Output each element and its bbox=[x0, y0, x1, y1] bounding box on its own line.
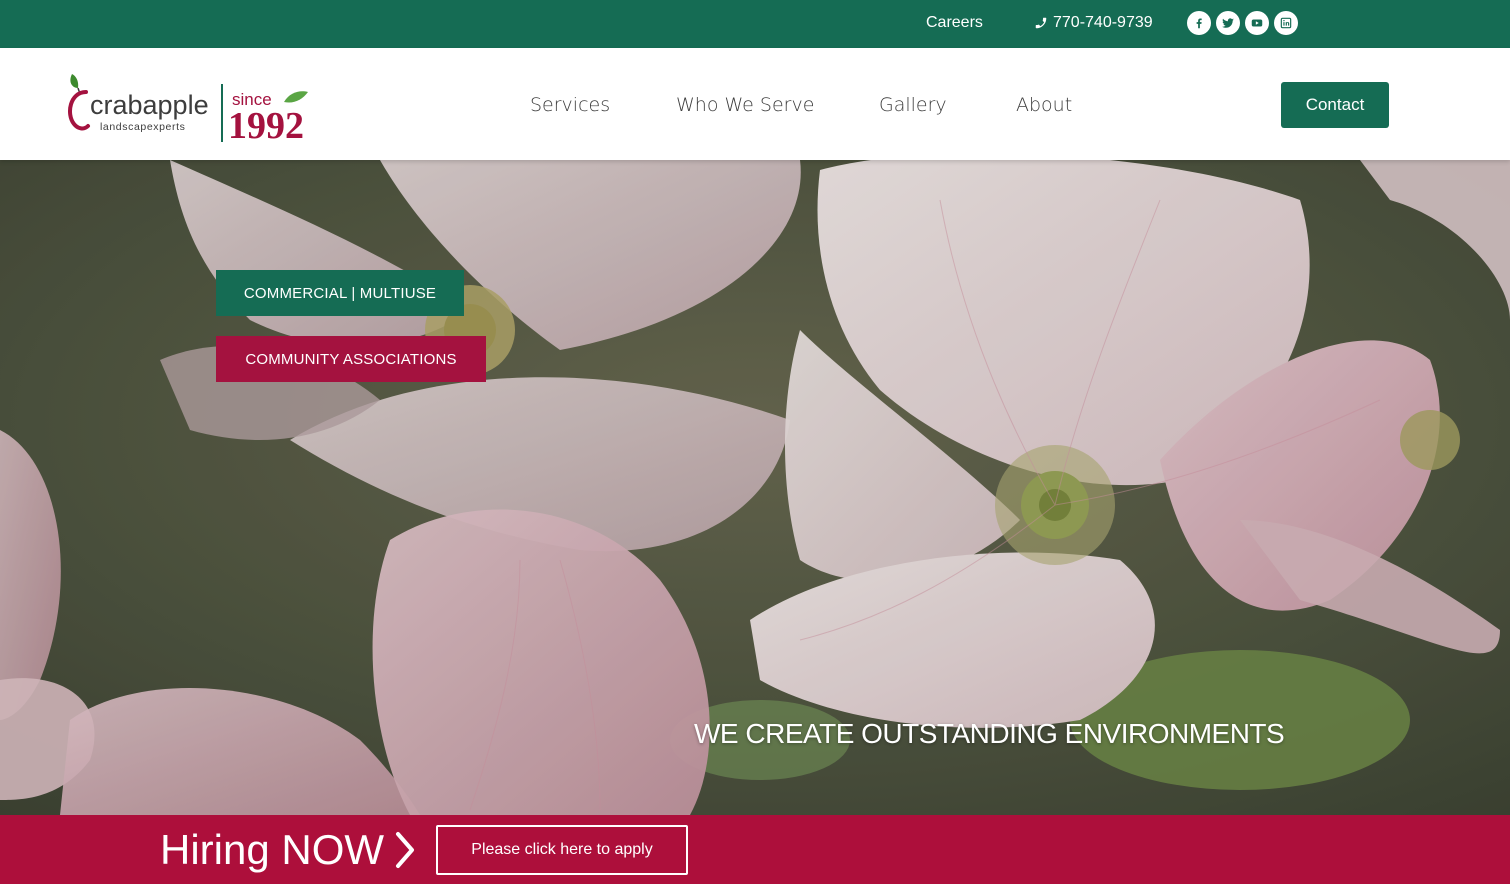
linkedin-icon bbox=[1280, 17, 1292, 29]
commercial-multiuse-button[interactable]: COMMERCIAL | MULTIUSE bbox=[216, 270, 464, 316]
apply-button[interactable]: Please click here to apply bbox=[436, 825, 688, 875]
top-utility-bar: Careers 770-740-9739 bbox=[0, 0, 1510, 48]
hero-banner: COMMERCIAL | MULTIUSE COMMUNITY ASSOCIAT… bbox=[0, 160, 1510, 815]
social-links bbox=[1187, 11, 1298, 35]
hiring-title-text: Hiring NOW bbox=[160, 826, 385, 873]
site-header: crabapple landscapexperts since 1992 Ser… bbox=[0, 48, 1510, 160]
logo-graphic: crabapple landscapexperts since 1992 bbox=[68, 74, 308, 147]
facebook-link[interactable] bbox=[1187, 11, 1211, 35]
facebook-icon bbox=[1196, 18, 1202, 29]
hero-tagline: WE CREATE OUTSTANDING ENVIRONMENTS bbox=[694, 718, 1285, 749]
hiring-title: Hiring NOW bbox=[160, 826, 416, 874]
youtube-icon bbox=[1251, 19, 1263, 27]
crabapple-logo[interactable]: crabapple landscapexperts since 1992 bbox=[66, 68, 322, 147]
linkedin-link[interactable] bbox=[1274, 11, 1298, 35]
nav-about[interactable]: About bbox=[1016, 94, 1072, 116]
nav-who-we-serve[interactable]: Who We Serve bbox=[676, 94, 814, 116]
logo-year-text: 1992 bbox=[228, 105, 304, 144]
phone-icon bbox=[1035, 17, 1047, 29]
nav-services[interactable]: Services bbox=[530, 94, 610, 116]
hero-flower-image bbox=[0, 160, 1510, 815]
chevron-right-icon bbox=[396, 832, 415, 868]
logo-brand-text: crabapple bbox=[90, 90, 209, 120]
community-associations-button[interactable]: COMMUNITY ASSOCIATIONS bbox=[216, 336, 486, 382]
hiring-banner: Hiring NOW Please click here to apply bbox=[0, 815, 1510, 884]
nav-gallery[interactable]: Gallery bbox=[879, 94, 947, 116]
twitter-link[interactable] bbox=[1216, 11, 1240, 35]
phone-link[interactable]: 770-740-9739 bbox=[1034, 14, 1153, 32]
logo-sub-text: landscapexperts bbox=[100, 121, 185, 133]
phone-number: 770-740-9739 bbox=[1053, 14, 1153, 31]
careers-link[interactable]: Careers bbox=[926, 14, 983, 32]
youtube-link[interactable] bbox=[1245, 11, 1269, 35]
contact-button[interactable]: Contact bbox=[1281, 82, 1389, 128]
twitter-icon bbox=[1222, 18, 1234, 28]
